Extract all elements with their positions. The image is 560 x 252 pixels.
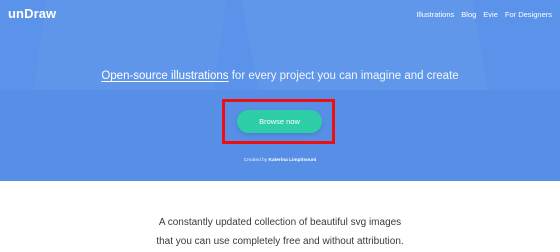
tagline-rest: for every project you can imagine and cr… [231,70,459,82]
hero-section: unDraw Illustrations Blog Evie For Desig… [0,0,560,181]
author-credit: Created by Katerina Limpitsouni [0,158,560,163]
top-nav: Illustrations Blog Evie For Designers [416,10,552,19]
nav-link-for-designers[interactable]: For Designers [505,10,552,19]
site-description: A constantly updated collection of beaut… [0,213,560,251]
tagline-highlight: Open-source illustrations [101,70,229,82]
nav-link-illustrations[interactable]: Illustrations [416,10,454,19]
description-line: that you can use completely free and wit… [156,236,404,247]
credit-author-link[interactable]: Katerina Limpitsouni [269,158,317,163]
site-logo[interactable]: unDraw [8,6,56,21]
nav-link-evie[interactable]: Evie [483,10,498,19]
browse-now-button[interactable]: Browse now [237,110,322,133]
nav-link-blog[interactable]: Blog [461,10,476,19]
description-line: A constantly updated collection of beaut… [158,217,402,228]
hero-tagline: Open-source illustrations for every proj… [0,70,560,82]
credit-prefix: Created by [243,158,268,163]
